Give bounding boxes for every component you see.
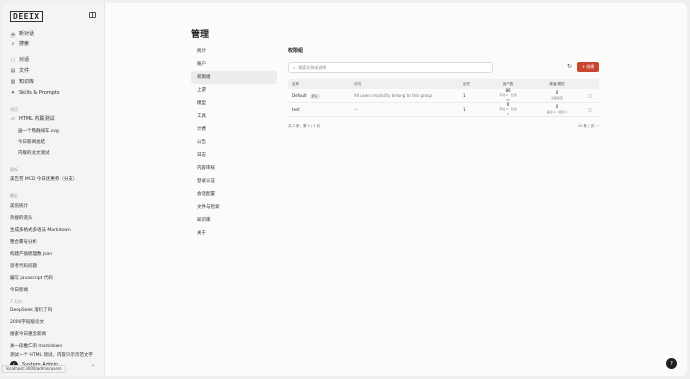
sidebar-item-label: 文件 [19,68,30,74]
earlier-item[interactable]: 搜索今日重念新闻 [10,331,46,337]
col-users: 用户数 [502,81,514,86]
section-starred: 星标 [10,167,18,172]
create-button[interactable]: + 创建 [577,62,599,72]
app-window: DEEIX + 新对话 ⌕ 搜索 ◌ 对话 ▤ 文件 ▥ 知识库 ✦ Skill… [3,3,687,376]
group-priority: 1 [463,93,466,98]
recent-item[interactable]: 美伤统计 [10,203,28,209]
admin-nav: 统计 账户 权限组 上游 模型 工具 计费 公告 日志 内容审核 登录认证 会话… [191,45,277,240]
recent-item[interactable]: 生成多格式多语法 Markdown [10,227,71,233]
section-projects: 项目 [10,107,18,112]
col-desc: 说明 [354,81,361,86]
project-child[interactable]: 画一个熊群阔车.svg [18,128,59,134]
recent-item[interactable]: 今日新闻 [10,287,28,293]
chevron-down-icon[interactable]: ⌄ [91,362,95,368]
col-priority: 优先 [463,81,470,86]
sidebar-item-knowledge[interactable]: ▥ 知识库 [10,79,34,86]
recent-item[interactable]: 整合雾号分析 [10,239,37,245]
earlier-item[interactable]: DeepSeek 溶衍了吗 [10,307,52,313]
search-placeholder: 搜索名称或说明 [298,64,327,70]
group-desc: All users implicitly belong to this grou… [354,93,433,98]
file-icon: ▤ [10,68,16,74]
admin-nav-item[interactable]: 文件与检索 [191,201,277,214]
recent-item[interactable]: 编写 javascript 代码 [10,275,53,281]
admin-nav-item[interactable]: 知识库 [191,214,277,227]
page-size-label: 20 条 / 页 [577,124,594,128]
group-name: test [292,107,300,112]
new-chat-label: 新对话 [19,31,35,37]
edit-icon[interactable]: ▢ [588,107,592,112]
sidebar-item-label: 知识库 [19,79,35,85]
recent-item[interactable]: 热搜的谣头 [10,215,33,221]
admin-nav-item[interactable]: 统计 [191,45,277,58]
search-icon: ⌕ [293,65,296,70]
table-header: 名称 说明 优先 用户数 渠道/模型 [288,79,599,89]
folder-icon: ▱ [11,116,15,122]
model-count-detail: 全部模型 [550,95,563,100]
status-url: localhost:3000/admin/users [2,365,66,373]
admin-nav-item[interactable]: 账户 [191,58,277,71]
section-earlier: 7 天内 [10,299,22,304]
admin-nav-item[interactable]: 上游 [191,84,277,97]
group-desc: — [354,107,358,112]
col-models: 渠道/模型 [549,81,565,86]
user-count-detail: 手动 0 · 隐含 86 [499,93,517,102]
table-row[interactable]: Default 默认 All users implicitly belong to… [288,88,599,103]
pagination-summary: 共 2 条，第 1 / 1 页 [288,124,321,128]
starred-item[interactable]: 美告劳 MCD 今日优惠券（分支） [10,176,77,182]
search-label: 搜索 [19,41,30,47]
main-area: 管理 统计 账户 权限组 上游 模型 工具 计费 公告 日志 内容审核 登录认证… [106,3,687,376]
project-child[interactable]: 今日新闻总结 [18,139,45,145]
sidebar: DEEIX + 新对话 ⌕ 搜索 ◌ 对话 ▤ 文件 ▥ 知识库 ✦ Skill… [3,3,105,376]
project-label: HTML 内联测试 [19,116,55,122]
admin-nav-item[interactable]: 会话配置 [191,188,277,201]
section-recent: 最近 [10,193,18,198]
admin-nav-item[interactable]: 登录认证 [191,175,277,188]
help-button[interactable]: ? [666,358,677,369]
admin-nav-item[interactable]: 公告 [191,136,277,149]
groups-table: 名称 说明 优先 用户数 渠道/模型 Default 默认 All users i… [288,79,599,117]
admin-nav-item-active[interactable]: 权限组 [191,71,277,84]
refresh-icon[interactable]: ↻ [567,63,572,70]
default-badge: 默认 [309,93,320,99]
chat-icon: ◌ [10,57,16,63]
recent-item[interactable]: 构建产值梳理数 json [10,251,52,257]
page-title: 管理 [191,30,210,40]
logo: DEEIX [10,11,43,22]
sidebar-item-chats[interactable]: ◌ 对话 [10,57,29,64]
sidebar-item-skills[interactable]: ✦ Skills & Prompts [10,90,60,97]
project-item[interactable]: ▱ HTML 内联测试 [10,116,55,123]
search-input[interactable]: ⌕ 搜索名称或说明 [288,62,493,73]
table-row[interactable]: test — 1 0 手动 0 · 隐含 0 0 渠道 0 · 模型 0 ▢ [288,102,599,117]
new-chat-button[interactable]: + 新对话 [10,31,34,38]
section-title: 权限组 [288,48,304,54]
sidebar-item-label: Skills & Prompts [19,90,60,96]
model-count-detail: 渠道 0 · 模型 0 [546,109,568,114]
user-count-detail: 手动 0 · 隐含 0 [499,107,517,116]
table-footer: 共 2 条，第 1 / 1 页 20 条 / 页 ‹ › [288,124,599,130]
earlier-item[interactable]: 关一段推仁的 markdown [10,343,62,349]
project-child[interactable]: 内联的龙文测试 [18,150,50,156]
plus-icon: + [10,31,16,38]
sidebar-item-label: 对话 [19,57,30,63]
admin-nav-item[interactable]: 关于 [191,227,277,240]
admin-nav-item[interactable]: 日志 [191,149,277,162]
admin-nav-item[interactable]: 计费 [191,123,277,136]
group-priority: 1 [463,107,466,112]
admin-nav-item[interactable]: 工具 [191,110,277,123]
col-name: 名称 [292,81,299,86]
earlier-item[interactable]: 2000字班级论文 [10,319,44,325]
edit-icon[interactable]: ▢ [588,93,592,98]
book-icon: ▥ [10,79,16,85]
sidebar-item-files[interactable]: ▤ 文件 [10,68,29,75]
sidebar-toggle-icon[interactable] [89,12,96,18]
search-icon: ⌕ [11,41,15,47]
group-name: Default [292,92,307,98]
admin-nav-item[interactable]: 内容审核 [191,162,277,175]
page-size-select[interactable]: 20 条 / 页 ‹ › [578,124,599,129]
earlier-item[interactable]: 测试一个 HTML 测试，内容只示示范文字 [10,352,93,358]
search-button[interactable]: ⌕ 搜索 [10,41,29,48]
recent-item[interactable]: 思考代码问题 [10,263,37,269]
sparkle-icon: ✦ [10,90,16,96]
admin-nav-item[interactable]: 模型 [191,97,277,110]
